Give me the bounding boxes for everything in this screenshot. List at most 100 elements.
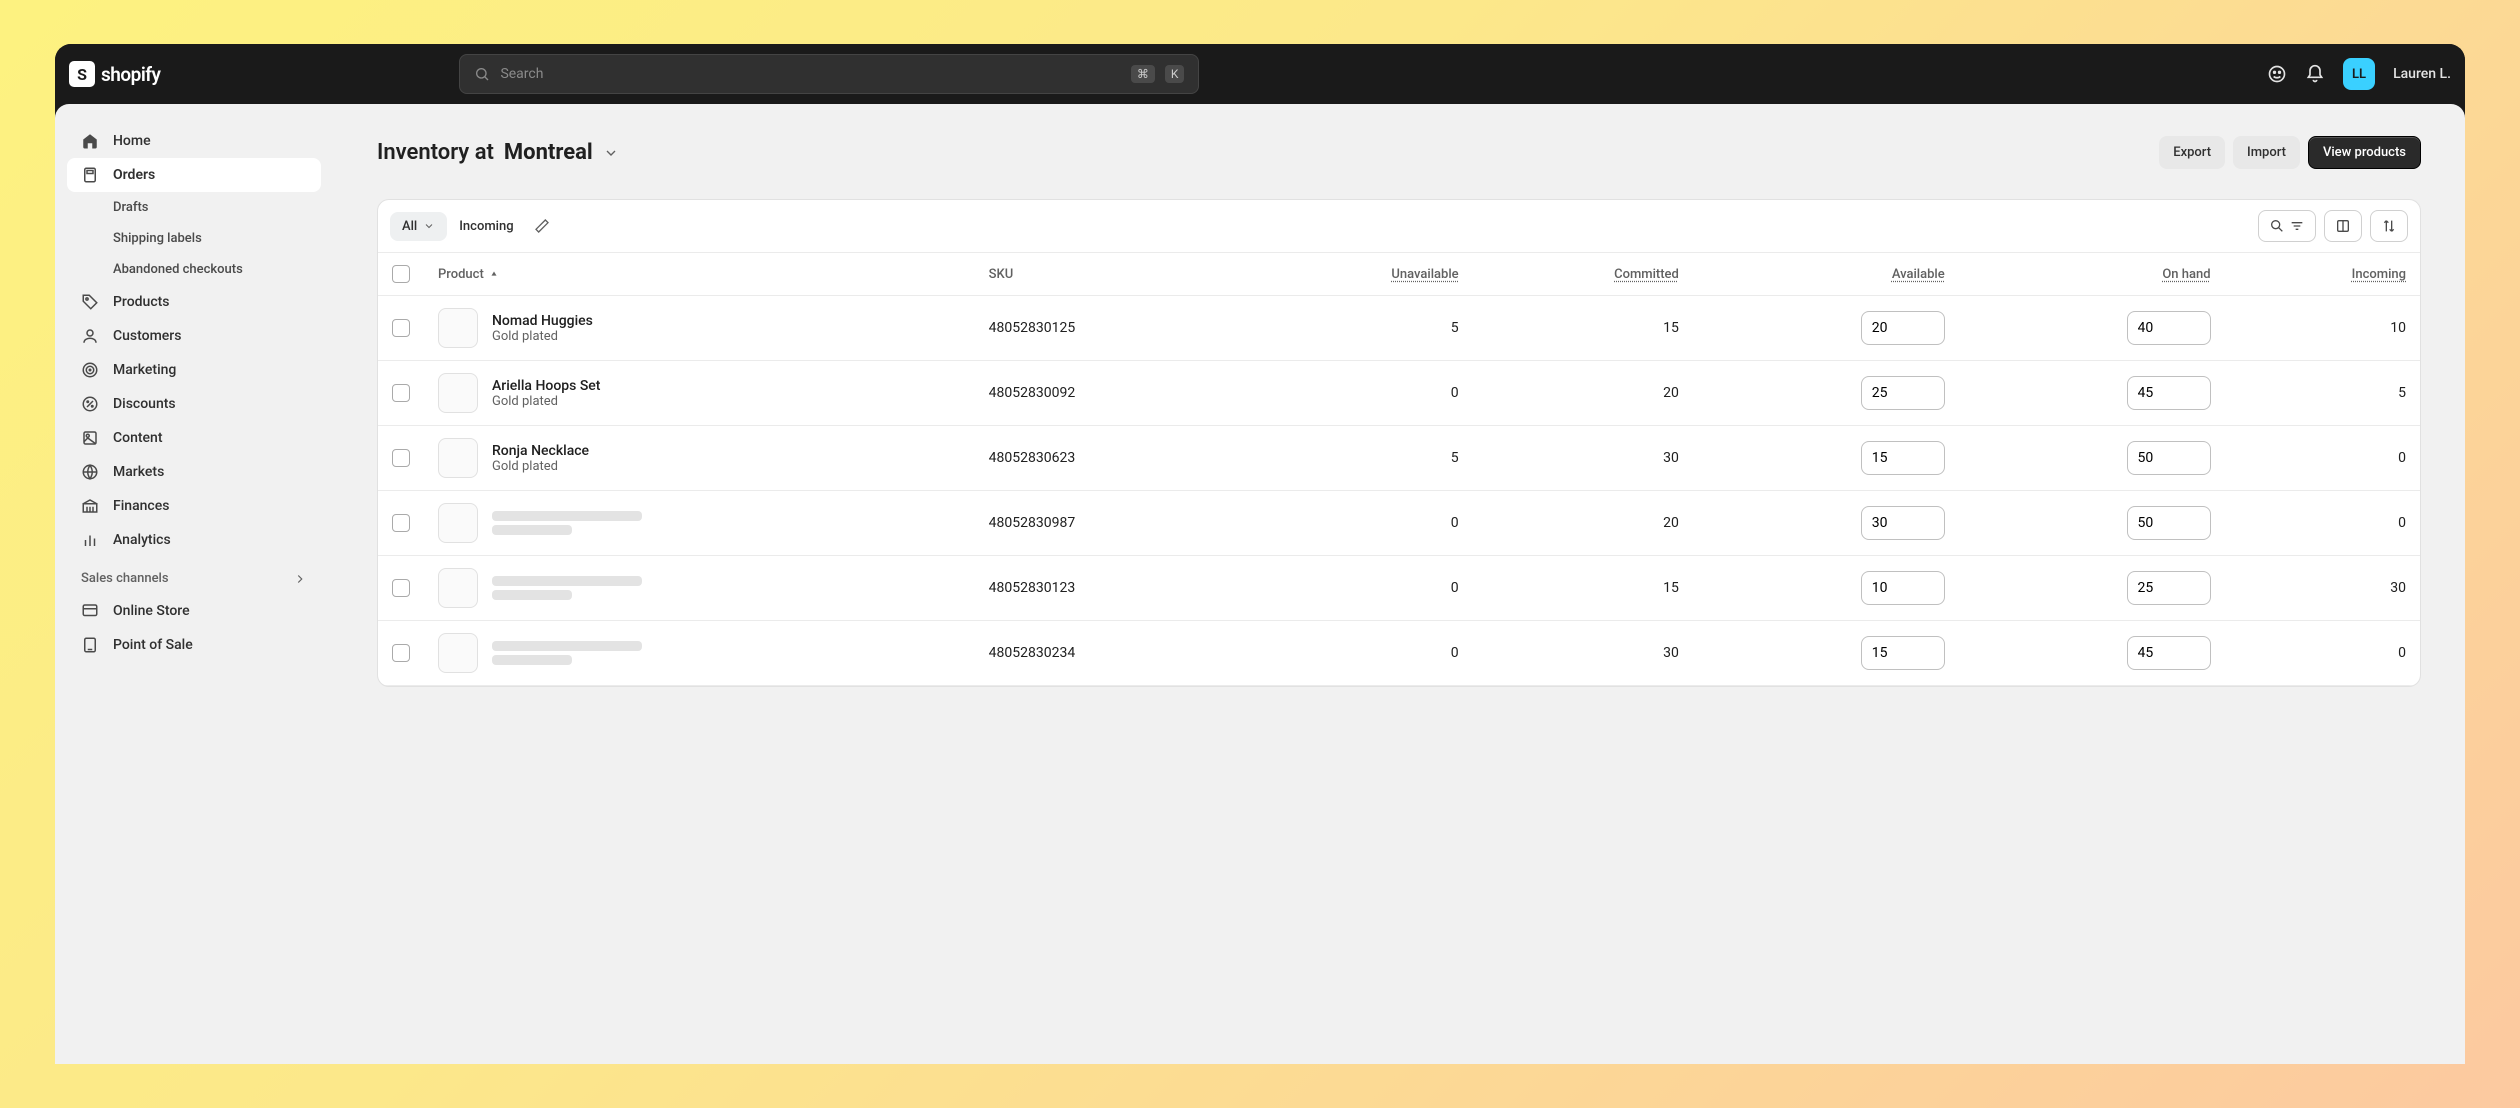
product-thumbnail[interactable]	[438, 373, 478, 413]
sidebar-item-label: Products	[113, 294, 170, 310]
col-product[interactable]: Product	[424, 253, 975, 296]
row-checkbox[interactable]	[392, 644, 410, 662]
unavailable-cell: 0	[1247, 361, 1473, 426]
chevron-down-icon	[603, 145, 619, 161]
sidebar-item-label: Content	[113, 430, 163, 446]
available-input[interactable]	[1861, 441, 1945, 475]
sidebar-item-shipping-labels[interactable]: Shipping labels	[67, 223, 321, 254]
available-input[interactable]	[1861, 571, 1945, 605]
col-available[interactable]: Available	[1693, 253, 1959, 296]
user-avatar[interactable]: LL	[2343, 58, 2375, 90]
row-checkbox[interactable]	[392, 319, 410, 337]
sidebar-item-customers[interactable]: Customers	[67, 319, 321, 353]
bell-icon[interactable]	[2305, 64, 2325, 84]
product-thumbnail[interactable]	[438, 568, 478, 608]
incoming-cell: 30	[2225, 556, 2420, 621]
sidebar-item-finances[interactable]: Finances	[67, 489, 321, 523]
columns-button[interactable]	[2324, 210, 2362, 242]
incoming-cell: 0	[2225, 426, 2420, 491]
face-icon[interactable]	[2267, 64, 2287, 84]
finances-icon	[81, 497, 99, 515]
unavailable-cell: 5	[1247, 426, 1473, 491]
col-on-hand[interactable]: On hand	[1959, 253, 2225, 296]
brand-logo[interactable]: S shopify	[69, 61, 160, 87]
incoming-cell: 0	[2225, 491, 2420, 556]
marketing-icon	[81, 361, 99, 379]
import-button[interactable]: Import	[2233, 136, 2300, 169]
sidebar-item-products[interactable]: Products	[67, 285, 321, 319]
incoming-cell: 0	[2225, 621, 2420, 686]
search-bar[interactable]: Search ⌘ K	[459, 54, 1199, 94]
row-checkbox[interactable]	[392, 449, 410, 467]
skeleton-line	[492, 655, 572, 665]
product-variant: Gold plated	[492, 459, 589, 474]
product-thumbnail[interactable]	[438, 503, 478, 543]
sidebar-item-label: Abandoned checkouts	[113, 262, 243, 277]
col-unavailable[interactable]: Unavailable	[1247, 253, 1473, 296]
select-all-checkbox[interactable]	[392, 265, 410, 283]
user-name[interactable]: Lauren L.	[2393, 66, 2451, 82]
sidebar-item-discounts[interactable]: Discounts	[67, 387, 321, 421]
shortcut-mod: ⌘	[1131, 65, 1155, 83]
row-checkbox[interactable]	[392, 579, 410, 597]
available-input[interactable]	[1861, 376, 1945, 410]
channel-item-point-of-sale[interactable]: Point of Sale	[67, 628, 321, 662]
sidebar: Home Orders DraftsShipping labels Abandoned…	[55, 104, 333, 1064]
sidebar-item-label: Customers	[113, 328, 181, 344]
row-checkbox[interactable]	[392, 384, 410, 402]
on-hand-input[interactable]	[2127, 636, 2211, 670]
products-icon	[81, 293, 99, 311]
sidebar-item-drafts[interactable]: Drafts	[67, 192, 321, 223]
product-variant: Gold plated	[492, 394, 600, 409]
tab-all-label: All	[402, 219, 417, 234]
on-hand-input[interactable]	[2127, 571, 2211, 605]
incoming-cell: 10	[2225, 296, 2420, 361]
available-input[interactable]	[1861, 506, 1945, 540]
sidebar-item-label: Discounts	[113, 396, 176, 412]
page-title[interactable]: Inventory at Montreal	[377, 140, 619, 165]
col-committed[interactable]: Committed	[1473, 253, 1693, 296]
available-input[interactable]	[1861, 311, 1945, 345]
sidebar-item-abandoned-checkouts[interactable]: Abandoned checkouts	[67, 254, 321, 285]
title-prefix: Inventory at	[377, 140, 494, 165]
view-products-button[interactable]: View products	[2308, 136, 2421, 169]
committed-cell: 15	[1473, 556, 1693, 621]
sidebar-item-home[interactable]: Home	[67, 124, 321, 158]
app-shell: S shopify Search ⌘ K LL Lauren L. Home Or…	[55, 44, 2465, 1064]
sidebar-item-content[interactable]: Content	[67, 421, 321, 455]
pos-icon	[81, 636, 99, 654]
sort-button[interactable]	[2370, 210, 2408, 242]
product-name[interactable]: Ariella Hoops Set	[492, 378, 600, 394]
available-input[interactable]	[1861, 636, 1945, 670]
sidebar-item-markets[interactable]: Markets	[67, 455, 321, 489]
inventory-table: Product SKU Unavailable Committed Availa…	[378, 253, 2420, 686]
sidebar-item-marketing[interactable]: Marketing	[67, 353, 321, 387]
col-incoming[interactable]: Incoming	[2225, 253, 2420, 296]
on-hand-input[interactable]	[2127, 441, 2211, 475]
sidebar-item-analytics[interactable]: Analytics	[67, 523, 321, 557]
customers-icon	[81, 327, 99, 345]
sidebar-item-orders[interactable]: Orders	[67, 158, 321, 192]
product-name[interactable]: Ronja Necklace	[492, 443, 589, 459]
product-thumbnail[interactable]	[438, 438, 478, 478]
channel-item-online-store[interactable]: Online Store	[67, 594, 321, 628]
sidebar-item-label: Orders	[113, 167, 155, 183]
search-filter-button[interactable]	[2258, 210, 2316, 242]
chevron-down-icon	[423, 220, 435, 232]
on-hand-input[interactable]	[2127, 506, 2211, 540]
product-name[interactable]: Nomad Huggies	[492, 313, 593, 329]
unavailable-cell: 0	[1247, 556, 1473, 621]
chevron-right-icon[interactable]	[293, 572, 307, 586]
row-checkbox[interactable]	[392, 514, 410, 532]
tab-incoming[interactable]: Incoming	[447, 212, 525, 241]
on-hand-input[interactable]	[2127, 311, 2211, 345]
on-hand-input[interactable]	[2127, 376, 2211, 410]
edit-tabs-icon[interactable]	[534, 218, 550, 234]
tab-all[interactable]: All	[390, 212, 447, 241]
export-button[interactable]: Export	[2159, 136, 2225, 169]
sidebar-section-sales-channels: Sales channels	[67, 557, 321, 594]
product-thumbnail[interactable]	[438, 308, 478, 348]
channel-item-label: Online Store	[113, 603, 190, 619]
product-thumbnail[interactable]	[438, 633, 478, 673]
topbar-right: LL Lauren L.	[2267, 58, 2451, 90]
